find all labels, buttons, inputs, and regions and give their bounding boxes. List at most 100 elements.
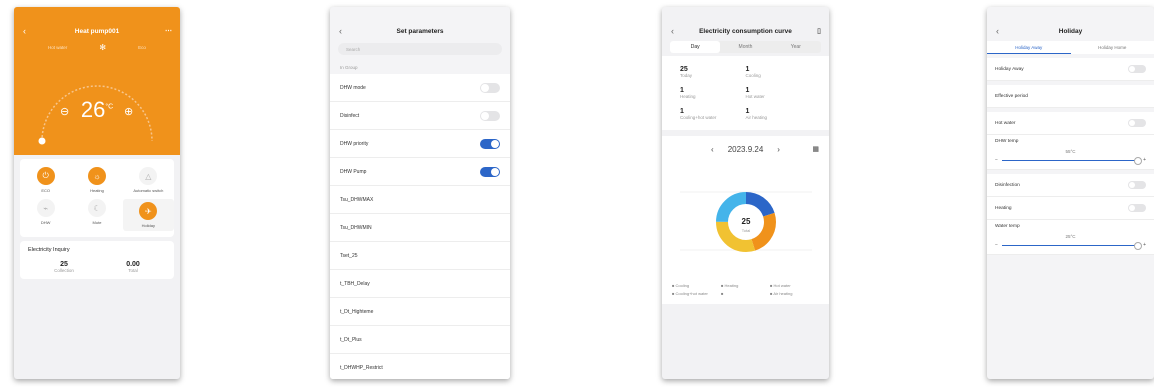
minus-icon[interactable]: − [995,157,998,163]
more-icon[interactable]: ⋯ [165,27,172,35]
mute-button[interactable]: ☾ Mute [71,199,122,231]
mute-icon: ☾ [87,199,106,217]
water-temp-value: 25°C [1065,234,1076,239]
back-icon[interactable]: ‹ [339,26,342,36]
minus-icon[interactable]: − [995,242,998,248]
parameter-row[interactable]: Disinfect [330,102,510,130]
parameter-row[interactable]: t_TBH_Delay [330,270,510,298]
parameter-row[interactable]: t_Dt_Highteme [330,298,510,326]
disinfection-label: Disinfection [995,182,1020,188]
parameter-row[interactable]: DHW priority [330,130,510,158]
heating-label: Heating [995,205,1012,211]
mode-hot-water[interactable]: Hot water [48,45,67,50]
header: ‹ Electricity consumption curve ▯ [662,21,829,41]
tab-month[interactable]: Month [720,41,770,53]
plus-icon[interactable]: + [1143,242,1146,248]
legend-item: Cooling+hot water [672,291,721,296]
page-title: Holiday [1058,27,1083,35]
tab-holiday-home[interactable]: Holiday Home [1071,41,1154,54]
parameter-row[interactable]: DHW Pump [330,158,510,186]
export-icon[interactable]: ▯ [817,27,821,35]
dhw-temp-slider[interactable]: − + [995,156,1146,165]
stat-item: 1 Heating [680,87,746,99]
stat-label: Air heating [745,115,768,120]
back-icon[interactable]: ‹ [996,26,999,36]
water-temp-slider[interactable]: − + [995,241,1146,250]
slider-knob[interactable] [1134,241,1143,250]
effective-period-row[interactable]: Effective period [987,85,1154,108]
parameter-row[interactable]: t_Dt_Plus [330,326,510,354]
holiday-icon: ✈ [139,202,158,220]
mode-eco[interactable]: Eco [138,45,146,50]
prev-date-icon[interactable]: ‹ [711,145,714,154]
stat-label: Cooling [745,73,761,78]
search-input[interactable]: Search [338,43,502,55]
dhw-temp-value: 55°C [1065,149,1076,154]
increase-icon[interactable]: ⊕ [124,105,133,118]
plus-icon[interactable]: + [1143,157,1146,163]
dhw-button[interactable]: ⌁ DHW [20,199,71,231]
stat-item: 1 Air heating [746,108,812,120]
heating-row: Heating [987,197,1154,220]
back-icon[interactable]: ‹ [23,26,26,36]
stat-item: 1 Hot water [746,87,812,99]
snowflake-icon[interactable]: ✻ [99,43,106,52]
donut-center-label: Total [742,228,751,233]
stat-value: 1 [745,66,750,73]
parameter-row[interactable]: t_DHWHP_Restrict [330,354,510,379]
current-date: 2023.9.24 [727,144,764,154]
status-bar [662,7,829,21]
electricity-inquiry-card[interactable]: Electricity Inquiry 25 Collection 0.00 Tot… [20,241,174,279]
collection-label: Collection [54,268,74,273]
sun-icon: ☼ [87,167,106,185]
stat-label: Heating [680,94,696,99]
parameter-row[interactable]: Tsu_DHWMAX [330,186,510,214]
phone-consumption-curve: ‹ Electricity consumption curve ▯ Day Mo… [662,7,829,379]
collection-value: 25 [60,261,68,268]
parameter-row[interactable]: Tset_25 [330,242,510,270]
stats-grid: 25 Today 1 Cooling 1 Heating 1 Hot water 1 Coolin… [662,56,829,130]
parameter-toggle[interactable] [480,138,500,149]
disinfection-toggle[interactable] [1128,181,1146,189]
tab-year[interactable]: Year [771,41,821,53]
automatic-switch-button[interactable]: △ Automatic switch [123,167,174,193]
hot-water-toggle[interactable] [1128,119,1146,127]
phone-holiday: ‹ Holiday Holiday Away Holiday Home Holi… [987,7,1154,379]
function-grid: ⏻ ECO ☼ Heating △ Automatic switch ⌁ DHW ☾ Mu… [20,159,174,237]
heating-toggle[interactable] [1128,204,1146,212]
stat-value: 1 [745,87,750,94]
bell-icon: △ [139,167,158,185]
water-temp-box: Water temp 25°C − + [987,220,1154,255]
page-title: Electricity consumption curve [699,27,792,35]
parameter-row[interactable]: Tsu_DHWMIN [330,214,510,242]
page-title: Heat pump001 [74,27,120,35]
eco-button[interactable]: ⏻ ECO [20,167,71,193]
parameter-label: t_TBH_Delay [340,280,370,287]
stat-item: 25 Today [680,66,746,78]
parameter-toggle[interactable] [480,82,500,93]
slider-knob[interactable] [1134,156,1143,165]
section-label: In Group [340,65,358,70]
legend-item: Heating [721,283,770,288]
dhw-label: DHW [40,220,51,225]
calendar-icon[interactable]: ▦ [812,145,819,153]
stat-item: 1 Cooling [746,66,812,78]
holiday-away-toggle[interactable] [1128,65,1146,73]
parameter-toggle[interactable] [480,110,500,121]
parameter-toggle[interactable] [480,166,500,177]
holiday-button[interactable]: ✈ Holiday [122,199,174,231]
dhw-temp-box: DHW temp 55°C − + [987,135,1154,170]
tab-holiday-away[interactable]: Holiday Away [987,41,1071,54]
tab-day[interactable]: Day [670,41,721,53]
status-bar [14,7,180,21]
heating-button[interactable]: ☼ Heating [71,167,122,193]
parameter-label: t_Dt_Plus [340,336,362,343]
back-icon[interactable]: ‹ [671,26,674,36]
stat-value: 25 [680,66,688,73]
status-bar [987,7,1154,21]
eco-label: ECO [41,188,50,193]
parameter-row[interactable]: DHW mode [330,74,510,102]
next-date-icon[interactable]: › [777,145,780,154]
function-card: ⏻ ECO ☼ Heating △ Automatic switch ⌁ DHW ☾ Mu… [20,159,174,237]
parameter-label: Disinfect [340,112,360,119]
